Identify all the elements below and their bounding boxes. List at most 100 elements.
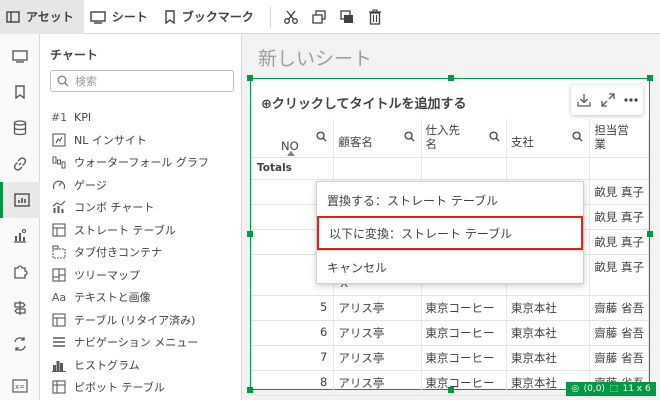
cell-rep: 齋藤 省吾 xyxy=(589,345,649,371)
search-input[interactable] xyxy=(75,74,225,88)
chart-item-label: ヒストグラム xyxy=(74,358,140,372)
link-icon xyxy=(13,157,27,171)
paste-icon xyxy=(340,9,353,23)
chart-item-treemap[interactable]: ツリーマップ xyxy=(50,264,236,287)
column-header-no[interactable]: NO xyxy=(251,119,335,158)
resize-handle-t[interactable] xyxy=(448,75,454,81)
menu-item-label: 以下に変換：ストレート テーブル xyxy=(329,226,513,241)
resize-handle-tr[interactable] xyxy=(647,75,653,81)
chart-item-nl-insight[interactable]: NL インサイト xyxy=(50,129,236,152)
chart-item-kpi[interactable]: #1 KPI xyxy=(50,106,236,129)
cell-no: 8 xyxy=(251,370,335,396)
rail-extensions-button[interactable] xyxy=(0,254,40,290)
copy-button[interactable] xyxy=(305,0,333,34)
bookmark-label: ブックマーク xyxy=(181,10,254,24)
sort-ascending-icon xyxy=(287,151,295,156)
cut-button[interactable] xyxy=(277,0,305,34)
cancel-menu-item[interactable]: キャンセル xyxy=(317,250,585,284)
cell-customer: アリス亭 xyxy=(333,320,422,346)
trash-icon xyxy=(368,8,381,25)
cell-rep: 齋藤 省吾 xyxy=(589,320,649,346)
chart-item-label: タブ付きコンテナ xyxy=(74,246,162,260)
search-icon[interactable] xyxy=(403,131,415,142)
menu-item-label: キャンセル xyxy=(327,260,388,275)
delete-button[interactable] xyxy=(361,0,389,34)
search-icon[interactable] xyxy=(572,131,583,142)
column-header-rep[interactable]: 担当営業 xyxy=(589,119,649,158)
rail-charts-button[interactable] xyxy=(0,182,40,218)
more-options-icon[interactable] xyxy=(624,98,638,102)
rail-automation-button[interactable] xyxy=(0,326,40,362)
bookmark-icon xyxy=(15,85,25,99)
chart-item-tabbed-container[interactable]: タブ付きコンテナ xyxy=(50,241,236,264)
rail-bookmark-button[interactable] xyxy=(0,74,40,110)
viz-toolbar xyxy=(571,85,643,115)
column-header-branch[interactable]: 支社 xyxy=(506,119,591,158)
sheet-title[interactable]: 新しいシート xyxy=(258,44,372,71)
cell-supplier: 東京コーヒー xyxy=(421,320,507,346)
search-icon[interactable] xyxy=(489,131,500,142)
position-size-badge: ◎ (0,0) ⬚ 11 x 6 xyxy=(566,382,656,396)
table-row[interactable]: 5 アリス亭 東京コーヒー 東京本社 齋藤 省吾 xyxy=(251,295,649,321)
expand-icon[interactable] xyxy=(601,93,615,107)
convert-menu-item[interactable]: 以下に変換：ストレート テーブル xyxy=(317,216,583,250)
chart-item-label: ナビゲーション メニュー xyxy=(74,336,199,350)
target-icon: ◎ xyxy=(571,384,580,394)
resize-handle-b[interactable] xyxy=(448,387,454,393)
resize-handle-bl[interactable] xyxy=(247,387,253,393)
tabbed-container-icon xyxy=(50,244,68,260)
column-header-label: 仕入先名 xyxy=(425,123,461,151)
top-toolbar: アセット シート ブックマーク xyxy=(0,0,660,34)
chart-item-label: ツリーマップ xyxy=(74,268,140,282)
database-icon xyxy=(13,120,27,136)
cell-no: 7 xyxy=(251,345,335,371)
download-icon[interactable] xyxy=(576,92,592,108)
table-row[interactable]: 6 アリス亭 東京コーヒー 東京本社 齋藤 省吾 xyxy=(251,320,649,346)
rail-custom-objects-button[interactable] xyxy=(0,218,40,254)
chart-item-label: ストレート テーブル xyxy=(74,223,176,237)
assets-button[interactable]: アセット xyxy=(0,0,84,34)
chart-item-combo[interactable]: コンボ チャート xyxy=(50,196,236,219)
sheet-button[interactable]: シート xyxy=(84,0,158,34)
column-header-supplier[interactable]: 仕入先名 xyxy=(421,119,507,158)
rail-data-button[interactable] xyxy=(0,110,40,146)
search-icon xyxy=(57,75,69,87)
table-row[interactable]: 7 アリス亭 東京コーヒー 東京本社 齋藤 省吾 xyxy=(251,345,649,371)
chart-item-gauge[interactable]: ゲージ xyxy=(50,174,236,197)
viz-title[interactable]: ⊕クリックしてタイトルを追加する xyxy=(261,93,467,112)
chart-item-label: コンボ チャート xyxy=(74,201,155,215)
bookmark-button[interactable]: ブックマーク xyxy=(158,0,264,34)
chart-item-pivot-table[interactable]: ピボット テーブル xyxy=(50,376,236,399)
cell-branch: 東京本社 xyxy=(506,320,591,346)
column-header-customer[interactable]: 顧客名 xyxy=(333,119,422,158)
chart-search[interactable] xyxy=(50,70,234,92)
signpost-icon xyxy=(14,301,26,315)
chart-item-nav-menu[interactable]: ナビゲーション メニュー xyxy=(50,331,236,354)
svg-text:x=: x= xyxy=(15,383,25,391)
chart-item-histogram[interactable]: ヒストグラム xyxy=(50,354,236,377)
cell-branch: 東京本社 xyxy=(506,295,591,321)
chart-item-straight-table[interactable]: ストレート テーブル xyxy=(50,219,236,242)
size-icon: ⬚ xyxy=(609,384,618,394)
toolbar-divider xyxy=(269,5,271,28)
chart-item-text-image[interactable]: Aa テキストと画像 xyxy=(50,286,236,309)
chart-item-waterfall[interactable]: ウォーターフォール グラフ xyxy=(50,151,236,174)
replace-menu-item[interactable]: 置換する：ストレート テーブル xyxy=(317,183,585,217)
treemap-icon xyxy=(50,267,68,283)
search-icon[interactable] xyxy=(316,131,327,142)
chart-item-label: テキストと画像 xyxy=(74,291,151,305)
rail-link-button[interactable] xyxy=(0,146,40,182)
chart-item-table[interactable]: テーブル (リタイア済み) xyxy=(50,309,236,332)
rail-navigation-button[interactable] xyxy=(0,290,40,326)
cell-rep: 畝見 真子 xyxy=(589,254,649,296)
resize-handle-r[interactable] xyxy=(647,231,653,237)
convert-menu: 置換する：ストレート テーブル 以下に変換：ストレート テーブル キャンセル xyxy=(316,181,584,284)
rail-variables-button[interactable]: x= xyxy=(0,368,40,400)
rail-sheet-button[interactable] xyxy=(0,38,40,74)
resize-handle-tl[interactable] xyxy=(247,75,253,81)
cell-customer: アリス亭 xyxy=(333,345,422,371)
sheet-icon xyxy=(90,10,106,24)
resize-handle-l[interactable] xyxy=(247,231,253,237)
paste-button[interactable] xyxy=(333,0,361,34)
panel-title: チャート xyxy=(50,48,98,62)
